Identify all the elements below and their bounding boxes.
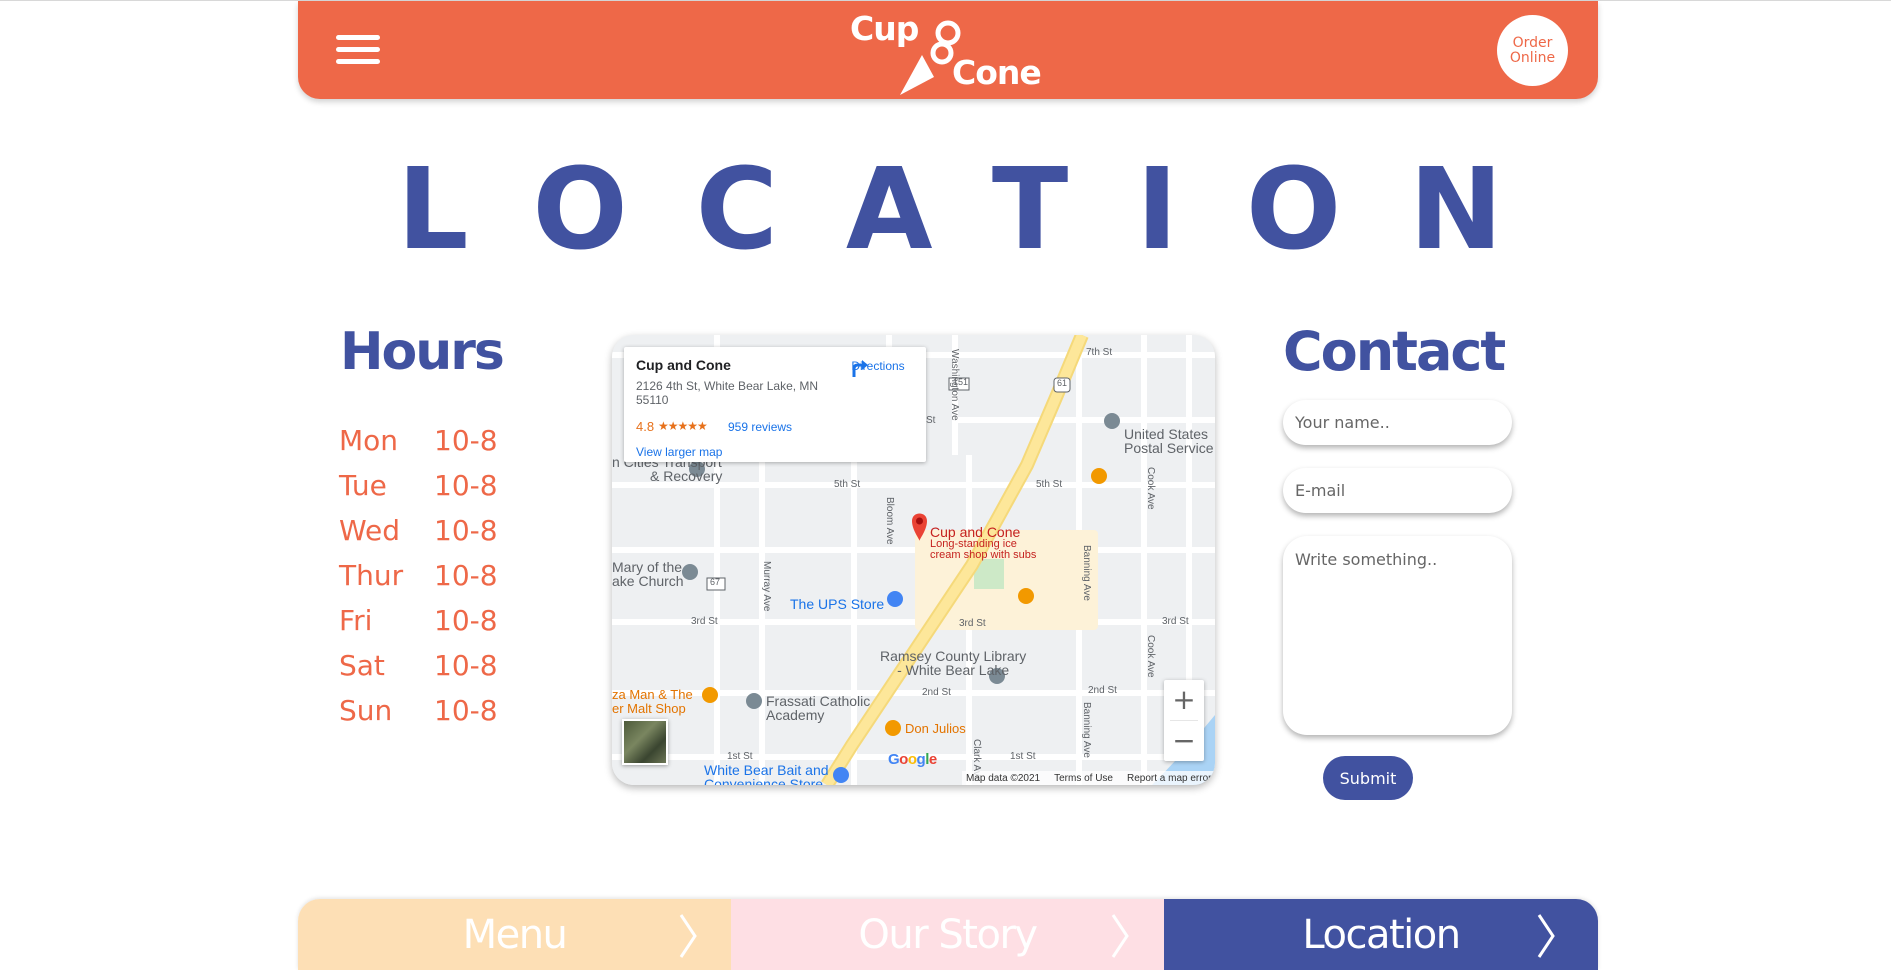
hours-day: Thur — [339, 559, 404, 592]
email-input[interactable]: E-mail — [1283, 468, 1512, 513]
route-151-label: 151 — [953, 377, 969, 387]
route-61-label: 61 — [1057, 378, 1068, 388]
map-label-street: 1st St — [727, 751, 753, 762]
map-label-street: 1st St — [1010, 751, 1036, 762]
satellite-toggle-thumbnail[interactable] — [622, 719, 668, 765]
directions-icon — [852, 360, 868, 377]
hours-time: 10-8 — [434, 559, 498, 592]
place-name: Cup and Cone — [636, 357, 731, 373]
map-label-street: Banning Ave — [1081, 545, 1092, 601]
nav-tab-location[interactable]: Location — [1164, 899, 1598, 970]
map-poi-frassati[interactable]: Frassati Catholic Academy — [766, 694, 870, 722]
logo-text-cone: Cone — [952, 53, 1042, 92]
hours-row-thur: Thur 10-8 — [339, 553, 529, 598]
map-label-street: Cook Ave — [1145, 635, 1156, 678]
google-map-embed[interactable]: 7th St St 5th St 5th St 3rd St 3rd St 3r… — [612, 335, 1215, 785]
map-pin-desc: Long-standing ice cream shop with subs — [930, 538, 1037, 561]
map-label-street: 3rd St — [1162, 616, 1189, 627]
map-poi-church[interactable]: Mary of the ake Church — [612, 560, 684, 588]
map-label-street: 3rd St — [959, 618, 986, 629]
hours-row-wed: Wed 10-8 — [339, 508, 529, 553]
map-label-street: St — [926, 415, 936, 426]
hours-row-fri: Fri 10-8 — [339, 598, 529, 643]
map-poi-don-julios[interactable]: Don Julios — [905, 722, 966, 736]
view-larger-map-link[interactable]: View larger map — [636, 445, 722, 459]
hours-day: Tue — [339, 469, 387, 502]
hours-row-sat: Sat 10-8 — [339, 643, 529, 688]
map-poi-pizza[interactable]: za Man & The er Malt Shop — [612, 688, 693, 716]
hours-time: 10-8 — [434, 424, 498, 457]
hours-time: 10-8 — [434, 514, 498, 547]
place-address: 2126 4th St, White Bear Lake, MN 55110 — [636, 379, 819, 407]
map-pin-title[interactable]: Cup and Cone — [930, 525, 1020, 539]
hours-day: Wed — [339, 514, 401, 547]
reviews-link[interactable]: 959 reviews — [728, 420, 792, 434]
map-label-street: Cook Ave — [1145, 467, 1156, 510]
report-map-error-link[interactable]: Report a map error — [1127, 773, 1211, 784]
nav-tab-menu[interactable]: Menu — [298, 899, 731, 970]
nav-tab-our-story[interactable]: Our Story — [731, 899, 1164, 970]
hours-time: 10-8 — [434, 469, 498, 502]
route-67-label: 67 — [710, 577, 721, 587]
map-label-street: Murray Ave — [761, 561, 772, 612]
hours-row-sun: Sun 10-8 — [339, 688, 529, 733]
hours-row-mon: Mon 10-8 — [339, 418, 529, 463]
bottom-nav: Menu Our Story Location — [298, 899, 1598, 970]
chevron-right-icon — [679, 914, 697, 958]
map-label-street: Bloom Ave — [884, 497, 895, 545]
order-online-button[interactable]: Order Online — [1497, 15, 1568, 86]
hours-row-tue: Tue 10-8 — [339, 463, 529, 508]
hours-day: Sun — [339, 694, 393, 727]
hamburger-menu-icon[interactable] — [336, 35, 380, 65]
map-poi-usps[interactable]: United States Postal Service — [1124, 427, 1213, 455]
map-label-street: 2nd St — [922, 687, 951, 698]
site-header: Cup Cone Order Online — [298, 1, 1598, 99]
rating-stars-icon: ★★★★★ — [658, 419, 708, 433]
zoom-in-button[interactable]: + — [1164, 680, 1204, 720]
map-footer: Map data ©2021 Terms of Use Report a map… — [962, 771, 1215, 785]
map-label-street: 3rd St — [691, 616, 718, 627]
zoom-out-button[interactable]: − — [1164, 721, 1204, 761]
map-label-street: Banning Ave — [1081, 702, 1092, 758]
chevron-right-icon — [1537, 914, 1555, 958]
nav-tab-label: Location — [1302, 912, 1461, 958]
map-poi-ups-store[interactable]: The UPS Store — [790, 597, 884, 611]
hours-day: Sat — [339, 649, 385, 682]
nav-tab-label: Our Story — [858, 912, 1038, 958]
zoom-controls: + − — [1164, 680, 1204, 761]
name-input[interactable]: Your name.. — [1283, 400, 1512, 445]
place-rating: 4.8 — [636, 419, 655, 434]
map-poi-bait-store[interactable]: White Bear Bait and Convenience Store — [704, 763, 829, 785]
order-online-label: Order Online — [1509, 34, 1556, 66]
hours-day: Fri — [339, 604, 373, 637]
page-title: LOCATION — [397, 145, 1571, 275]
chevron-right-icon — [1111, 914, 1129, 958]
submit-button[interactable]: Submit — [1323, 756, 1413, 800]
nav-tab-label: Menu — [462, 912, 568, 958]
hours-list: Mon 10-8 Tue 10-8 Wed 10-8 Thur 10-8 Fri… — [339, 418, 529, 733]
hours-time: 10-8 — [434, 649, 498, 682]
message-textarea[interactable]: Write something.. — [1283, 536, 1512, 735]
hours-time: 10-8 — [434, 604, 498, 637]
map-label-street: 7th St — [1086, 347, 1113, 358]
map-label-street: 2nd St — [1088, 685, 1117, 696]
terms-of-use-link[interactable]: Terms of Use — [1054, 773, 1113, 784]
place-info-card: Cup and Cone 2126 4th St, White Bear Lak… — [624, 347, 926, 462]
cup-and-cone-logo[interactable]: Cup Cone — [846, 5, 1056, 95]
map-poi-library[interactable]: Ramsey County Library - White Bear Lake — [880, 649, 1026, 677]
map-data-credit: Map data ©2021 — [966, 772, 1041, 784]
hours-day: Mon — [339, 424, 399, 457]
google-logo: Google — [888, 751, 937, 768]
contact-heading: Contact — [1283, 320, 1506, 383]
map-label-street: 5th St — [1036, 479, 1063, 490]
directions-button[interactable]: Directions — [848, 357, 908, 377]
hours-time: 10-8 — [434, 694, 498, 727]
map-label-street: 5th St — [834, 479, 861, 490]
hours-heading: Hours — [340, 322, 505, 382]
